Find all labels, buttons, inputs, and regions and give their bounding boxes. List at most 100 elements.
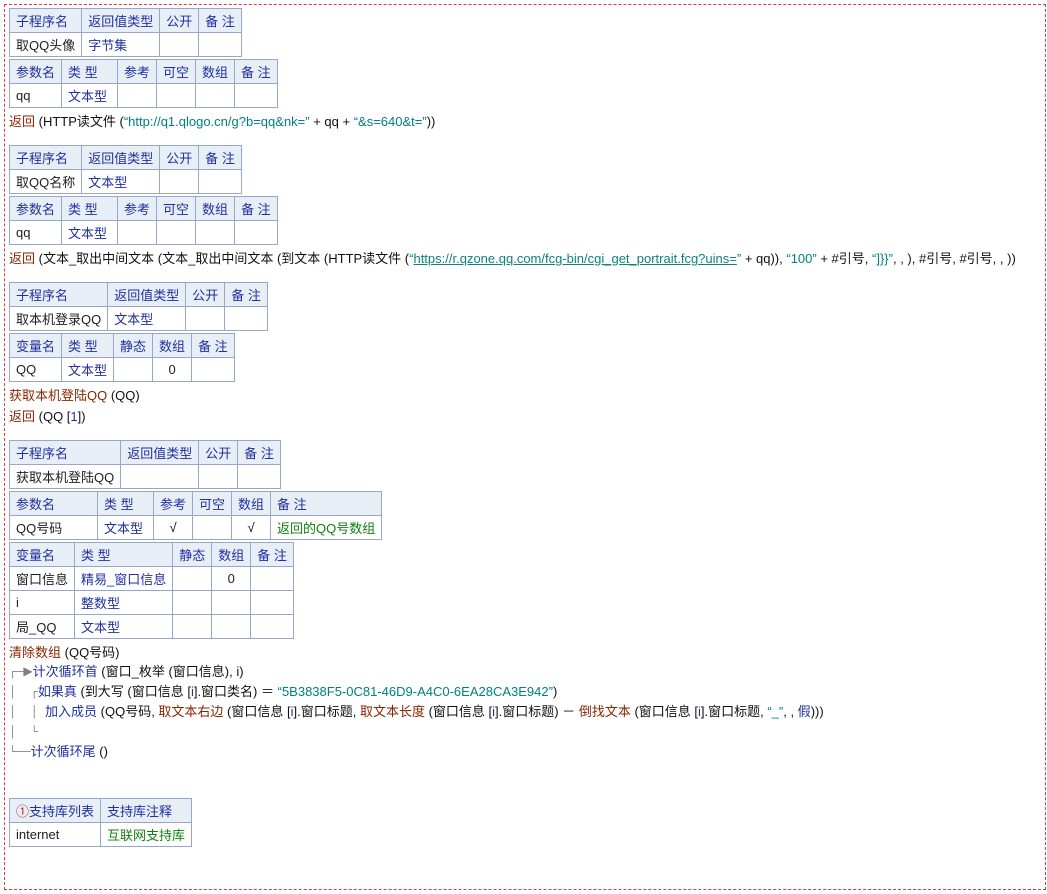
- empty-cell: [118, 84, 157, 108]
- param-remark: 返回的QQ号数组: [271, 516, 382, 540]
- sub1-param-table: 参数名 类 型 参考 可空 数组 备 注 qq 文本型: [9, 59, 278, 108]
- sub2-header-table: 子程序名 返回值类型 公开 备 注 取QQ名称 文本型: [9, 145, 242, 194]
- empty-cell: [212, 615, 251, 639]
- text: + #引号,: [817, 251, 872, 266]
- text: (窗口_枚举 (窗口信息), i): [98, 664, 244, 679]
- th-nullable: 可空: [157, 197, 196, 221]
- fn: 清除数组: [9, 645, 61, 660]
- sub2-param: qq: [10, 221, 62, 245]
- empty-cell: [238, 465, 281, 489]
- var-name: i: [10, 591, 75, 615]
- sub3-name: 取本机登录QQ: [10, 307, 108, 331]
- str: “5B3838F5-0C81-46D9-A4C0-6EA28CA3E942”: [278, 684, 553, 699]
- th-remark: 备 注: [235, 197, 278, 221]
- sub1-name: 取QQ头像: [10, 33, 82, 57]
- fn: 倒找文本: [579, 704, 631, 719]
- text: (QQ): [107, 388, 140, 403]
- sub2-param-table: 参数名 类 型 参考 可空 数组 备 注 qq 文本型: [9, 196, 278, 245]
- kw-return: 返回: [9, 251, 35, 266]
- flow-if-end: │ └: [9, 722, 1041, 742]
- empty-cell: [251, 615, 294, 639]
- th-type: 类 型: [62, 334, 114, 358]
- empty-cell: [192, 358, 235, 382]
- th-remark: 备 注: [192, 334, 235, 358]
- th-static: 静态: [173, 543, 212, 567]
- var-name: 窗口信息: [10, 567, 75, 591]
- sub1-param-type: 文本型: [62, 84, 118, 108]
- var-name: QQ: [10, 358, 62, 382]
- empty-cell: [196, 221, 235, 245]
- sub1-return-line: 返回 (HTTP读文件 (“http://q1.qlogo.cn/g?b=qq&…: [9, 110, 1041, 131]
- text: ].窗口类名) ＝: [194, 684, 278, 699]
- gutter-icon: │ │: [9, 702, 45, 722]
- kw-loopend: 计次循环尾: [31, 744, 96, 759]
- sub2-name: 取QQ名称: [10, 170, 82, 194]
- th-subname: 子程序名: [10, 283, 108, 307]
- empty-cell: [160, 33, 199, 57]
- th-paramname: 参数名: [10, 492, 98, 516]
- th-subname: 子程序名: [10, 146, 82, 170]
- th-rettype: 返回值类型: [82, 9, 160, 33]
- kw-loop: 计次循环首: [33, 664, 98, 679]
- str: “100”: [786, 251, 816, 266]
- support-lib-table: ①支持库列表 支持库注释 internet 互联网支持库: [9, 798, 192, 847]
- text: )): [427, 114, 436, 129]
- code-document: 子程序名 返回值类型 公开 备 注 取QQ头像 字节集 参数名 类 型 参考 可…: [4, 4, 1046, 890]
- fn: 取文本右边: [158, 704, 223, 719]
- sub3-var-table: 变量名 类 型 静态 数组 备 注 QQ 文本型 0: [9, 333, 235, 382]
- empty-cell: [235, 84, 278, 108]
- text: (QQ [: [35, 409, 70, 424]
- var-type: 文本型: [62, 358, 114, 382]
- th-nullable: 可空: [193, 492, 232, 516]
- text: (QQ号码,: [97, 704, 158, 719]
- empty-cell: [157, 84, 196, 108]
- th-type: 类 型: [98, 492, 154, 516]
- th-paramname: 参数名: [10, 60, 62, 84]
- th-rettype: 返回值类型: [121, 441, 199, 465]
- sub2-return-line: 返回 (文本_取出中间文本 (文本_取出中间文本 (到文本 (HTTP读文件 (…: [9, 247, 1041, 268]
- th-remark: 备 注: [225, 283, 268, 307]
- sub4-param-table: 参数名 类 型 参考 可空 数组 备 注 QQ号码 文本型 √ √ 返回的QQ号…: [9, 491, 382, 540]
- var-type: 文本型: [75, 615, 173, 639]
- alert-icon: ①: [16, 804, 29, 819]
- empty-cell: [251, 591, 294, 615]
- text: ))): [811, 704, 824, 719]
- flow-loop-tail: └── 计次循环尾 (): [9, 742, 1041, 762]
- th-support-remark: 支持库注释: [101, 799, 192, 823]
- th-array: 数组: [153, 334, 192, 358]
- text: , , ), #引号, #引号, , )): [893, 251, 1016, 266]
- text: (窗口信息 [: [631, 704, 698, 719]
- th-public: 公开: [160, 9, 199, 33]
- empty-cell: [199, 465, 238, 489]
- empty-cell: [160, 170, 199, 194]
- param-ref: √: [154, 516, 193, 540]
- th-remark: 备 注: [199, 146, 242, 170]
- gutter-icon: │ ┌: [9, 682, 38, 702]
- th-nullable: 可空: [157, 60, 196, 84]
- th-ref: 参考: [118, 197, 157, 221]
- sub4-header-table: 子程序名 返回值类型 公开 备 注 获取本机登陆QQ: [9, 440, 281, 489]
- empty-cell: [121, 465, 199, 489]
- th-public: 公开: [160, 146, 199, 170]
- sub2-param-type: 文本型: [62, 221, 118, 245]
- th-type: 类 型: [62, 60, 118, 84]
- th-remark: 备 注: [199, 9, 242, 33]
- empty-cell: [157, 221, 196, 245]
- th-label: 支持库列表: [29, 804, 94, 819]
- kw-return: 返回: [9, 114, 35, 129]
- var-arr: 0: [212, 567, 251, 591]
- empty-cell: [173, 615, 212, 639]
- text: ].窗口标题,: [294, 704, 360, 719]
- sub4-name: 获取本机登陆QQ: [10, 465, 121, 489]
- th-subname: 子程序名: [10, 441, 121, 465]
- fn: 获取本机登陆QQ: [9, 388, 107, 403]
- th-rettype: 返回值类型: [82, 146, 160, 170]
- str: “]}}”: [872, 251, 893, 266]
- empty-cell: [118, 221, 157, 245]
- th-remark: 备 注: [271, 492, 382, 516]
- flow-loop-head: ┌─▶ 计次循环首 (窗口_枚举 (窗口信息), i): [9, 662, 1041, 682]
- url-link[interactable]: https://r.qzone.qq.com/fcg-bin/cgi_get_p…: [413, 251, 736, 266]
- var-name: 局_QQ: [10, 615, 75, 639]
- text: (): [96, 744, 108, 759]
- th-varname: 变量名: [10, 334, 62, 358]
